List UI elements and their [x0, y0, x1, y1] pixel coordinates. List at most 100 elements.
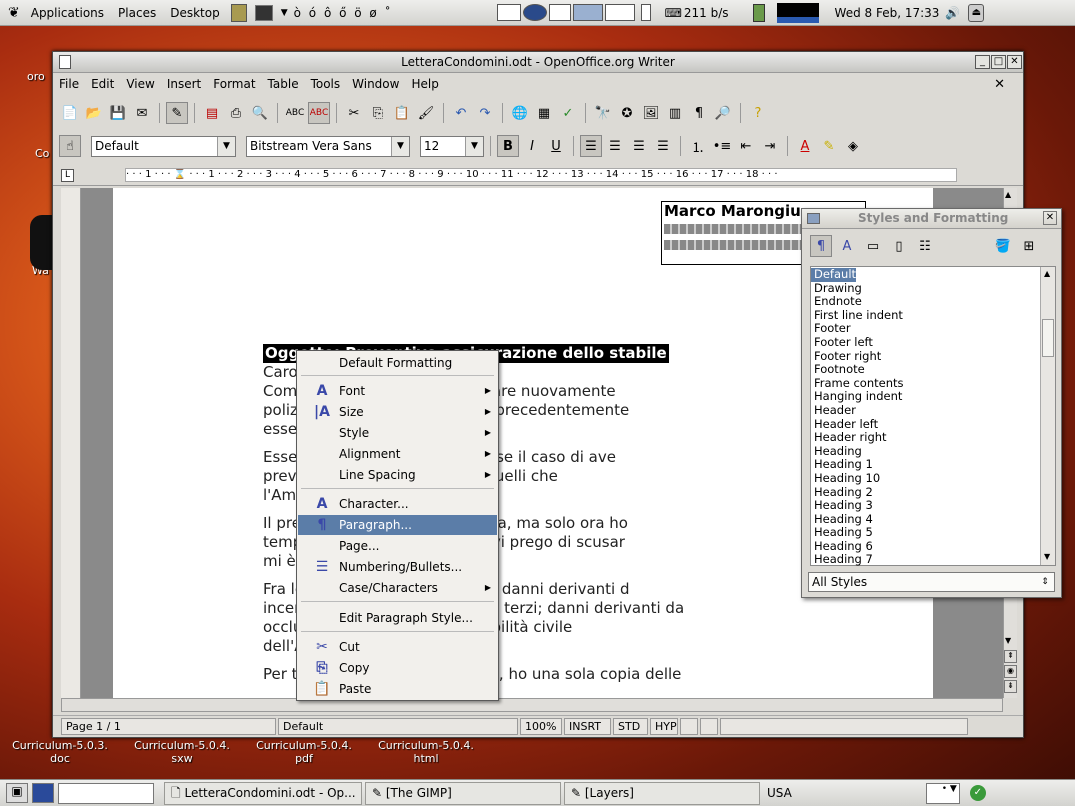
task-writer[interactable]: 🗋 LetteraCondomini.odt - Op...	[164, 781, 362, 805]
styles-list[interactable]: Default Drawing Endnote First line indent Fo…	[810, 266, 1056, 566]
style-item[interactable]: Footnote	[811, 363, 1041, 377]
taskbar-app-icon[interactable]	[32, 783, 54, 803]
task-gimp[interactable]: ✎ [The GIMP]	[365, 781, 561, 805]
numbering-icon[interactable]: ⒈	[687, 135, 709, 157]
app-icon[interactable]	[59, 55, 71, 69]
menu-tools[interactable]: Tools	[305, 77, 347, 91]
datasources-icon[interactable]: ▥	[664, 102, 686, 124]
pdf-icon[interactable]: ▤	[201, 102, 223, 124]
style-item[interactable]: Heading 2	[811, 485, 1041, 500]
menu-applications[interactable]: Applications	[24, 6, 111, 20]
context-menu-item-font[interactable]: A Font ▶	[298, 381, 497, 401]
scroll-down-icon[interactable]: ▼	[1044, 552, 1050, 561]
style-item[interactable]: Hanging indent	[811, 390, 1041, 404]
style-item[interactable]: Heading 5	[811, 526, 1041, 540]
menu-format[interactable]: Format	[207, 77, 261, 91]
context-menu-item-edit-paragraph-style[interactable]: Edit Paragraph Style...	[298, 608, 497, 628]
context-menu-item-size[interactable]: |A Size ▶	[298, 402, 497, 422]
horizontal-ruler[interactable]: L · · · 1 · · · ⌛ · · · 1 · · · 2 · · · …	[53, 166, 1023, 186]
font-name-combo[interactable]: Bitstream Vera Sans ▼	[246, 135, 410, 157]
redo-icon[interactable]: ↷	[474, 102, 496, 124]
italic-button[interactable]: I	[521, 135, 543, 157]
logout-icon[interactable]: ⏏	[968, 3, 985, 22]
decrease-indent-icon[interactable]: ⇤	[735, 135, 757, 157]
menu-edit[interactable]: Edit	[85, 77, 120, 91]
print-icon[interactable]: ⎙	[225, 102, 247, 124]
copy-icon[interactable]: ⎘	[367, 102, 389, 124]
tab-stop-icon[interactable]: L	[61, 169, 74, 182]
context-menu-item-paragraph[interactable]: ¶ Paragraph...	[298, 515, 497, 535]
increase-indent-icon[interactable]: ⇥	[759, 135, 781, 157]
style-item[interactable]: Heading	[811, 444, 1041, 459]
volume-icon[interactable]: 🔊	[945, 6, 960, 20]
desktop-icon-cv-doc[interactable]: Curriculum-5.0.3. doc	[10, 739, 110, 765]
bold-button[interactable]: B	[497, 135, 519, 157]
context-menu-item-default-formatting[interactable]: Default Formatting	[298, 353, 497, 373]
window-titlebar[interactable]: LetteraCondomini.odt - OpenOffice.org Wr…	[53, 52, 1023, 73]
status-page[interactable]: Page 1 / 1	[61, 718, 276, 735]
table-icon[interactable]: ▦	[533, 102, 555, 124]
paragraph-style-combo[interactable]: Default ▼	[91, 135, 236, 157]
context-menu-item-cut[interactable]: ✂ Cut	[298, 637, 497, 657]
font-color-icon[interactable]: A	[794, 135, 816, 157]
panel-close-icon[interactable]: ✕	[1043, 211, 1057, 225]
updown-icon[interactable]: ⇕	[1036, 573, 1054, 592]
style-item[interactable]: Default	[811, 267, 857, 282]
bullets-icon[interactable]: •≡	[711, 135, 733, 157]
navigator-icon[interactable]: ✪	[616, 102, 638, 124]
context-menu-item-alignment[interactable]: Alignment ▶	[298, 444, 497, 464]
autospell-icon[interactable]: ABC	[308, 102, 330, 124]
menu-view[interactable]: View	[120, 77, 160, 91]
update-icon[interactable]: ✓	[969, 785, 986, 801]
open-icon[interactable]: 📂	[83, 102, 105, 124]
style-item[interactable]: Heading 1	[811, 458, 1041, 472]
status-zoom[interactable]: 100%	[520, 718, 562, 735]
menu-desktop[interactable]: Desktop	[163, 6, 227, 20]
gallery-icon[interactable]: 🖼	[640, 102, 662, 124]
align-right-button[interactable]: ☰	[628, 135, 650, 157]
foot-icon[interactable]: ❦	[0, 5, 24, 21]
next-page-icon[interactable]: ⇟	[1004, 680, 1017, 693]
page-styles-icon[interactable]: ▯	[888, 235, 910, 257]
menu-insert[interactable]: Insert	[161, 77, 207, 91]
context-menu-item-copy[interactable]: ⎘ Copy	[298, 658, 497, 678]
terminal-icon[interactable]	[254, 4, 273, 21]
keyboard-layout[interactable]: USA	[767, 786, 792, 800]
close-doc-icon[interactable]: ✕	[988, 77, 1011, 92]
align-center-button[interactable]: ☰	[604, 135, 626, 157]
scroll-up-icon[interactable]: ▲	[1044, 269, 1050, 278]
clock[interactable]: Wed 8 Feb, 17:33	[835, 6, 940, 20]
charpick-chars[interactable]: ò ó ô ő ö ø ˚	[294, 6, 393, 20]
desktop-icon-dark[interactable]	[30, 215, 52, 270]
prev-page-icon[interactable]: ⇞	[1004, 650, 1017, 663]
find-icon[interactable]: 🔭	[592, 102, 614, 124]
edit-mode-icon[interactable]: ✎	[166, 102, 188, 124]
style-item[interactable]: Footer right	[811, 349, 1041, 364]
justify-button[interactable]: ☰	[652, 135, 674, 157]
style-item[interactable]: Frame contents	[811, 376, 1041, 391]
task-layers[interactable]: ✎ [Layers]	[564, 781, 760, 805]
desktop-icon-cv-pdf[interactable]: Curriculum-5.0.4. pdf	[254, 739, 354, 765]
chevron-down-icon[interactable]: ▼	[465, 136, 483, 156]
style-item[interactable]: Footer left	[811, 335, 1041, 350]
background-color-icon[interactable]: ◈	[842, 135, 864, 157]
style-item[interactable]: Drawing	[811, 281, 1041, 296]
zoom-icon[interactable]: 🔎	[712, 102, 734, 124]
close-button[interactable]: ✕	[1007, 55, 1022, 69]
style-item[interactable]: Heading 10	[811, 471, 1041, 486]
fill-format-icon[interactable]: 🪣	[992, 235, 1014, 257]
spellcheck-icon[interactable]: ABC	[284, 102, 306, 124]
stylist-icon[interactable]: ☝	[59, 135, 81, 157]
print-preview-icon[interactable]: 🔍	[249, 102, 271, 124]
cut-icon[interactable]: ✂	[343, 102, 365, 124]
menu-window[interactable]: Window	[346, 77, 405, 91]
scroll-thumb[interactable]	[1042, 319, 1054, 357]
undo-icon[interactable]: ↶	[450, 102, 472, 124]
style-item[interactable]: Endnote	[811, 295, 1041, 309]
show-draw-icon[interactable]: ✓	[557, 102, 579, 124]
status-insert[interactable]: INSRT	[564, 718, 611, 735]
menu-places[interactable]: Places	[111, 6, 163, 20]
workspace-switcher[interactable]	[496, 4, 651, 21]
context-menu-item-numbering-bullets[interactable]: ☰ Numbering/Bullets...	[298, 557, 497, 577]
show-desktop-icon[interactable]: ▣	[6, 783, 28, 803]
